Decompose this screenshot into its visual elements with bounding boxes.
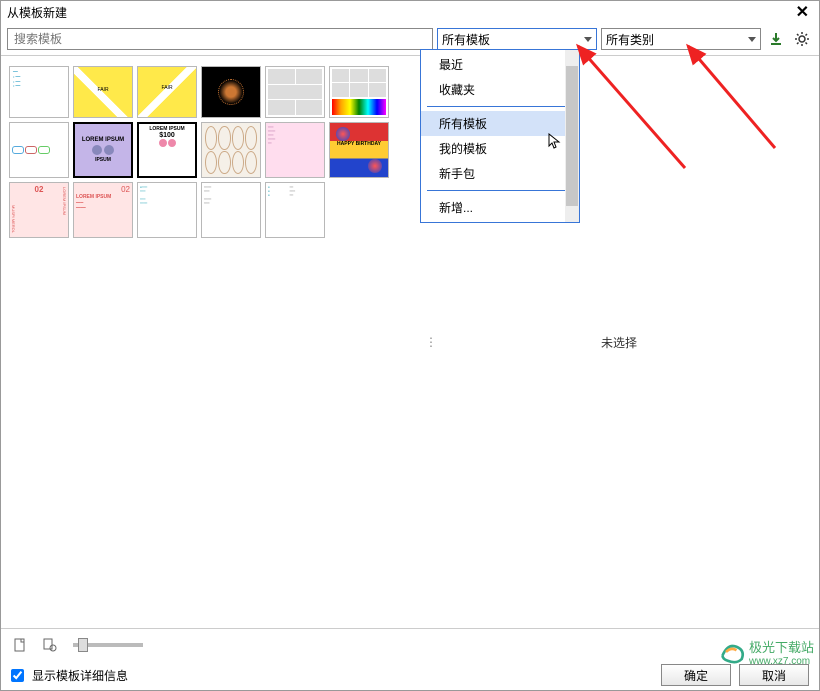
template-thumb[interactable]: ●━━━━━━━━━━━━━ [137, 182, 197, 238]
template-thumb[interactable] [9, 122, 69, 178]
template-grid: ━━• ━━• ━━• ━━ FAIR FAIR LOREM IPSUMIPSU… [1, 56, 419, 628]
watermark: 极光下载站 www.xz7.com [719, 637, 814, 667]
template-thumb[interactable]: 02LOREM IPSUM━━━━━━━ [73, 182, 133, 238]
template-thumb[interactable]: ●●●━━━━━━━ [265, 182, 325, 238]
category-filter-label: 所有类别 [606, 31, 654, 48]
template-thumb[interactable] [265, 66, 325, 118]
bottom-toolbar [1, 628, 819, 660]
template-thumb[interactable]: LOREM IPSUMIPSUM [73, 122, 133, 178]
template-thumb[interactable]: FAIR [137, 66, 197, 118]
show-details-checkbox[interactable] [11, 669, 24, 682]
template-thumb[interactable] [329, 66, 389, 118]
menu-separator [427, 106, 573, 107]
template-thumb[interactable]: ━━━━━━━━━━━━━━━━ [265, 122, 325, 178]
chevron-down-icon [748, 37, 756, 42]
template-thumb[interactable]: LOREM IPSUM02MUSPI MEROL [9, 182, 69, 238]
close-icon[interactable]: ✕ [792, 2, 813, 22]
cursor-icon [548, 133, 562, 151]
dropdown-scrollbar[interactable] [565, 50, 579, 222]
template-thumb[interactable]: FAIR [73, 66, 133, 118]
template-thumb[interactable]: HAPPY BIRTHDAY [329, 122, 389, 178]
menu-item-recent[interactable]: 最近 [421, 52, 579, 77]
template-thumb[interactable] [201, 122, 261, 178]
slider-thumb[interactable] [78, 638, 88, 652]
page-settings-icon[interactable] [39, 634, 61, 656]
import-icon[interactable] [765, 28, 787, 50]
watermark-name: 极光下载站 [749, 637, 814, 656]
template-thumb[interactable]: LOREM IPSUM$100 [137, 122, 197, 178]
dialog-title: 从模板新建 [7, 4, 792, 21]
cancel-button[interactable]: 取消 [739, 664, 809, 686]
zoom-slider[interactable] [73, 643, 143, 647]
menu-item-new[interactable]: 新增... [421, 195, 579, 220]
template-thumb[interactable]: ━━• ━━• ━━• ━━ [9, 66, 69, 118]
menu-item-starter-pack[interactable]: 新手包 [421, 161, 579, 186]
watermark-logo-icon [719, 638, 747, 666]
gear-icon[interactable] [791, 28, 813, 50]
chevron-down-icon [584, 37, 592, 42]
template-thumb[interactable] [201, 66, 261, 118]
ok-button[interactable]: 确定 [661, 664, 731, 686]
preview-empty-label: 未选择 [601, 334, 637, 351]
show-details-label: 显示模板详细信息 [32, 667, 128, 684]
template-filter-label: 所有模板 [442, 31, 490, 48]
template-thumb[interactable]: ━━━━━━━━━━━━━━ [201, 182, 261, 238]
menu-item-favorites[interactable]: 收藏夹 [421, 77, 579, 102]
menu-separator [427, 190, 573, 191]
new-page-icon[interactable] [9, 634, 31, 656]
watermark-url: www.xz7.com [749, 656, 814, 667]
search-input[interactable] [7, 28, 433, 50]
category-filter-dropdown[interactable]: 所有类别 [601, 28, 761, 50]
template-filter-dropdown[interactable]: 所有模板 [437, 28, 597, 50]
